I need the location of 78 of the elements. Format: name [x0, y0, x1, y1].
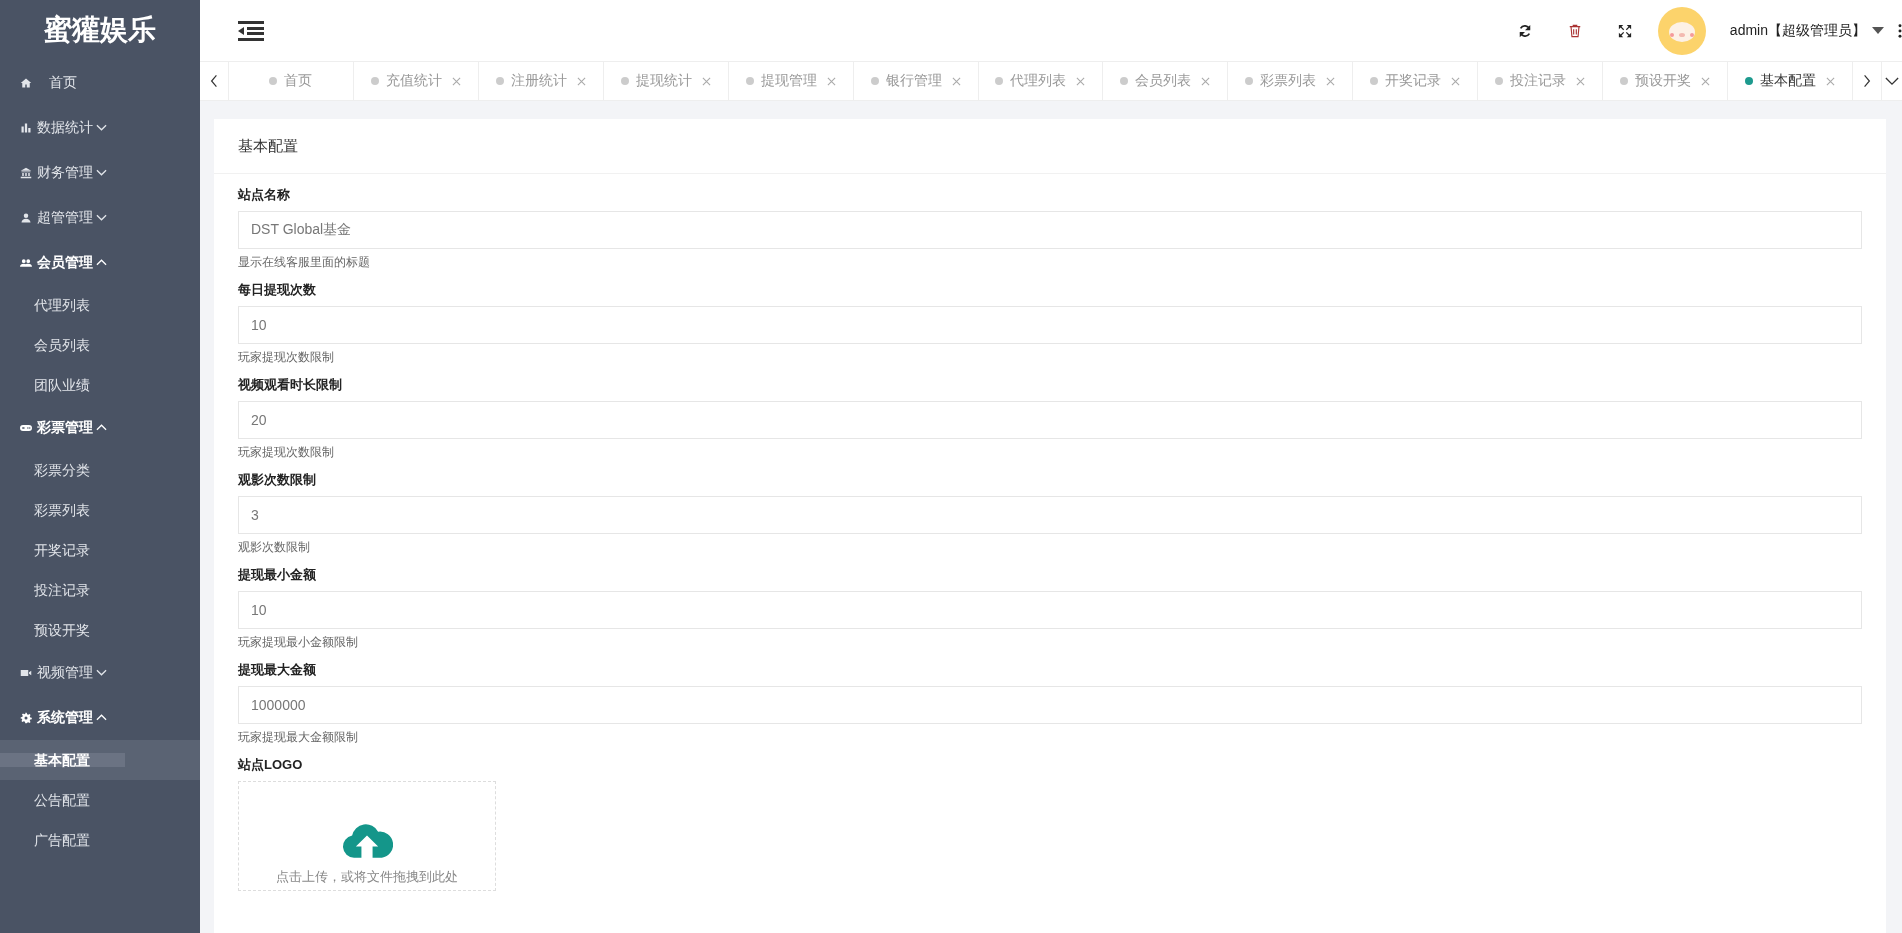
sidebar-item[interactable]: 数据统计: [0, 105, 200, 150]
card-title: 基本配置: [214, 119, 1886, 174]
caret-icon[interactable]: [1872, 26, 1884, 35]
field-label: 站点名称: [238, 186, 291, 204]
input-field[interactable]: 1000000: [238, 686, 1862, 724]
sidebar-item[interactable]: 视频管理: [0, 650, 200, 695]
dot-icon: [1495, 77, 1504, 85]
close-icon[interactable]: [1201, 76, 1211, 86]
dot-icon: [745, 77, 754, 85]
dot-icon: [1120, 77, 1129, 85]
input-field[interactable]: 10: [238, 591, 1862, 629]
sidebar-item[interactable]: 会员管理: [0, 240, 200, 285]
field-hint: 玩家提现次数限制: [238, 444, 335, 461]
upload-area[interactable]: 点击上传，或将文件拖拽到此处: [238, 781, 496, 891]
dot-icon: [370, 77, 379, 85]
close-icon[interactable]: [1076, 76, 1086, 86]
close-icon[interactable]: [576, 76, 586, 86]
close-icon[interactable]: [1826, 76, 1835, 86]
dot-icon: [1620, 77, 1629, 85]
submenu-item[interactable]: 投注记录: [0, 570, 200, 610]
dot-icon: [1370, 77, 1379, 85]
chevron-down-icon: [1885, 76, 1899, 86]
submenu-item[interactable]: 预设开奖: [0, 610, 200, 650]
field-hint: 玩家提现最大金额限制: [238, 729, 359, 746]
field-hint: 显示在线客服里面的标题: [238, 254, 371, 271]
app-logo: 蜜獾娱乐: [43, 13, 157, 47]
close-icon[interactable]: [1326, 76, 1336, 86]
upload-cloud-icon: [341, 822, 393, 860]
input-field[interactable]: 10: [238, 306, 1862, 344]
submenu-item[interactable]: 团队业绩: [0, 365, 200, 405]
page-tab[interactable]: 基本配置: [1728, 62, 1853, 100]
dot-icon: [870, 77, 879, 85]
close-icon[interactable]: [701, 76, 711, 86]
submenu-item[interactable]: 基本配置: [0, 740, 200, 780]
sidebar-item[interactable]: 超管管理: [0, 195, 200, 240]
sidebar-item[interactable]: 首页: [0, 60, 200, 105]
field-hint: 玩家提现次数限制: [238, 349, 335, 366]
field-hint: 观影次数限制: [238, 539, 311, 556]
submenu-item[interactable]: 开奖记录: [0, 530, 200, 570]
chevron-left-icon: [210, 74, 218, 88]
submenu-item[interactable]: 彩票分类: [0, 450, 200, 490]
input-field[interactable]: 20: [238, 401, 1862, 439]
dot-icon: [995, 77, 1004, 85]
avatar[interactable]: [1657, 6, 1706, 55]
submenu-item[interactable]: 代理列表: [0, 285, 200, 325]
more-icon[interactable]: [1898, 23, 1902, 38]
field-hint: 玩家提现最小金额限制: [238, 634, 359, 651]
refresh-icon[interactable]: [1517, 23, 1532, 38]
close-icon[interactable]: [1576, 76, 1586, 86]
field-label: 站点LOGO: [238, 756, 304, 774]
submenu-item[interactable]: 公告配置: [0, 780, 200, 820]
dot-icon: [269, 77, 278, 85]
close-icon[interactable]: [951, 76, 961, 86]
sidebar-item[interactable]: 系统管理: [0, 695, 200, 740]
trash-icon[interactable]: [1567, 23, 1582, 38]
field-label: 提现最小金额: [238, 566, 317, 584]
close-icon[interactable]: [451, 76, 461, 86]
chevron-right-icon: [1863, 74, 1871, 88]
field-label: 提现最大金额: [238, 661, 317, 679]
sidebar-item[interactable]: 财务管理: [0, 150, 200, 195]
close-icon[interactable]: [826, 76, 836, 86]
submenu-item[interactable]: 彩票列表: [0, 490, 200, 530]
close-icon[interactable]: [1701, 76, 1711, 86]
dot-icon: [1245, 77, 1254, 85]
input-field[interactable]: DST Global基金: [238, 211, 1862, 249]
submenu-item[interactable]: 会员列表: [0, 325, 200, 365]
dot-icon: [620, 77, 629, 85]
submenu-item[interactable]: 广告配置: [0, 820, 200, 860]
field-label: 视频观看时长限制: [238, 376, 343, 394]
dot-icon: [1745, 77, 1753, 85]
close-icon[interactable]: [1451, 76, 1461, 86]
sidebar-item[interactable]: 彩票管理: [0, 405, 200, 450]
fullscreen-icon[interactable]: [1617, 23, 1632, 38]
field-label: 观影次数限制: [238, 471, 317, 489]
dot-icon: [495, 77, 504, 85]
input-field[interactable]: 3: [238, 496, 1862, 534]
field-label: 每日提现次数: [238, 281, 317, 299]
user-menu[interactable]: admin【超级管理员】: [1729, 21, 1866, 40]
